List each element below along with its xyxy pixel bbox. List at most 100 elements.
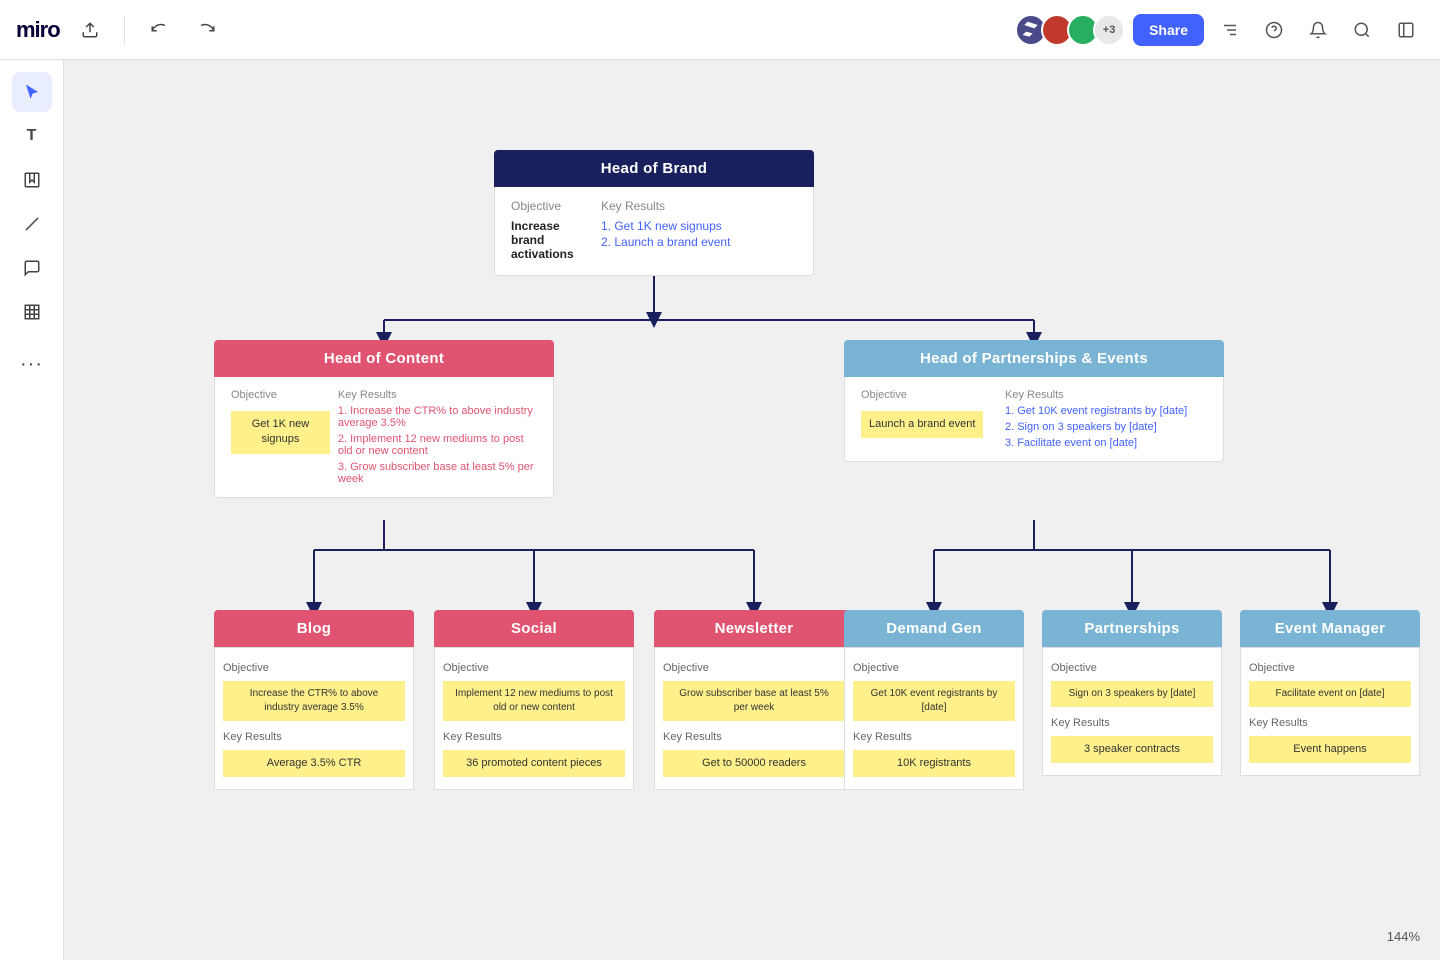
demandgen-objective: Get 10K event registrants by [date] [853, 681, 1015, 721]
eventmgr-body: Objective Facilitate event on [date] Key… [1240, 647, 1420, 776]
toolbar-separator [124, 16, 125, 44]
hoc-kr-cell: 1. Increase the CTR% to above industry a… [334, 403, 541, 487]
partnerships-key-result: 3 speaker contracts [1051, 736, 1213, 763]
hob-body: Objective Key Results Increase brand act… [494, 187, 814, 276]
notifications-icon[interactable] [1300, 12, 1336, 48]
hope-obj-cell: Launch a brand event [857, 403, 1001, 451]
demandgen-card: Demand Gen Objective Get 10K event regis… [844, 610, 1024, 790]
hob-key-results: 1. Get 1K new signups 2. Launch a brand … [597, 215, 801, 265]
blog-objective: Increase the CTR% to above industry aver… [223, 681, 405, 721]
hope-kr-cell: 1. Get 10K event registrants by [date] 2… [1001, 403, 1211, 451]
partnerships-obj-label: Objective [1051, 662, 1213, 674]
hoc-obj-cell: Get 1K new signups [227, 403, 334, 487]
hope-kr-list: 1. Get 10K event registrants by [date] 2… [1005, 405, 1207, 449]
newsletter-kr-label: Key Results [663, 731, 845, 743]
redo-button[interactable] [189, 12, 225, 48]
demandgen-key-result: 10K registrants [853, 750, 1015, 777]
eventmgr-kr-label: Key Results [1249, 717, 1411, 729]
hoc-kr-1: 1. Increase the CTR% to above industry a… [338, 405, 537, 429]
panel-icon[interactable] [1388, 12, 1424, 48]
blog-key-result: Average 3.5% CTR [223, 750, 405, 777]
partnerships-body: Objective Sign on 3 speakers by [date] K… [1042, 647, 1222, 776]
social-objective: Implement 12 new mediums to post old or … [443, 681, 625, 721]
hope-obj-header: Objective [857, 387, 1001, 403]
left-panel: T ··· [0, 60, 64, 960]
sticky-tool[interactable] [12, 160, 52, 200]
newsletter-obj-label: Objective [663, 662, 845, 674]
toolbar: miro +3 Share [0, 0, 1440, 60]
undo-button[interactable] [141, 12, 177, 48]
demandgen-title: Demand Gen [844, 610, 1024, 647]
hob-obj-header: Objective [507, 197, 597, 215]
hob-kr-1: 1. Get 1K new signups [601, 219, 797, 233]
blog-obj-label: Objective [223, 662, 405, 674]
eventmgr-obj-label: Objective [1249, 662, 1411, 674]
blog-body: Objective Increase the CTR% to above ind… [214, 647, 414, 790]
demandgen-obj-label: Objective [853, 662, 1015, 674]
text-tool[interactable]: T [12, 116, 52, 156]
canvas[interactable]: Head of Brand Objective Key Results Incr… [64, 60, 1440, 960]
avatar-count: +3 [1093, 14, 1125, 46]
help-icon[interactable] [1256, 12, 1292, 48]
hope-kr-3: 3. Facilitate event on [date] [1005, 437, 1207, 449]
partnerships-objective: Sign on 3 speakers by [date] [1051, 681, 1213, 707]
social-card: Social Objective Implement 12 new medium… [434, 610, 634, 790]
share-button[interactable]: Share [1133, 14, 1204, 46]
demandgen-body: Objective Get 10K event registrants by [… [844, 647, 1024, 790]
hope-kr-header: Key Results [1001, 387, 1211, 403]
partnerships-title: Partnerships [1042, 610, 1222, 647]
hob-objective: Increase brand activations [507, 215, 597, 265]
blog-card: Blog Objective Increase the CTR% to abov… [214, 610, 414, 790]
partnerships-sub-card: Partnerships Objective Sign on 3 speaker… [1042, 610, 1222, 776]
social-body: Objective Implement 12 new mediums to po… [434, 647, 634, 790]
settings-icon[interactable] [1212, 12, 1248, 48]
hob-title: Head of Brand [494, 150, 814, 187]
head-of-brand-card: Head of Brand Objective Key Results Incr… [494, 150, 814, 276]
hope-objective-sticky: Launch a brand event [861, 411, 983, 438]
hoc-body: Objective Key Results Get 1K new signups… [214, 377, 554, 498]
head-of-partnerships-card: Head of Partnerships & Events Objective … [844, 340, 1224, 462]
eventmgr-objective: Facilitate event on [date] [1249, 681, 1411, 707]
hob-kr-header: Key Results [597, 197, 801, 215]
newsletter-body: Objective Grow subscriber base at least … [654, 647, 854, 790]
hope-kr-2: 2. Sign on 3 speakers by [date] [1005, 421, 1207, 433]
hoc-title: Head of Content [214, 340, 554, 377]
hoc-kr-header: Key Results [334, 387, 541, 403]
social-key-result: 36 promoted content pieces [443, 750, 625, 777]
newsletter-key-result: Get to 50000 readers [663, 750, 845, 777]
upload-button[interactable] [72, 12, 108, 48]
social-title: Social [434, 610, 634, 647]
social-kr-label: Key Results [443, 731, 625, 743]
line-tool[interactable] [12, 204, 52, 244]
blog-title: Blog [214, 610, 414, 647]
avatar-group: +3 [1015, 14, 1125, 46]
blog-kr-label: Key Results [223, 731, 405, 743]
search-icon[interactable] [1344, 12, 1380, 48]
hoc-kr-2: 2. Implement 12 new mediums to post old … [338, 433, 537, 457]
partnerships-kr-label: Key Results [1051, 717, 1213, 729]
hob-kr-2: 2. Launch a brand event [601, 235, 797, 249]
toolbar-right: +3 Share [1015, 12, 1424, 48]
social-obj-label: Objective [443, 662, 625, 674]
hope-body: Objective Key Results Launch a brand eve… [844, 377, 1224, 462]
eventmgr-key-result: Event happens [1249, 736, 1411, 763]
hoc-kr-list: 1. Increase the CTR% to above industry a… [338, 405, 537, 485]
select-tool[interactable] [12, 72, 52, 112]
newsletter-card: Newsletter Objective Grow subscriber bas… [654, 610, 854, 790]
hope-title: Head of Partnerships & Events [844, 340, 1224, 377]
hoc-objective-sticky: Get 1K new signups [231, 411, 330, 454]
zoom-indicator: 144% [1387, 929, 1420, 944]
more-tools[interactable]: ··· [12, 344, 52, 384]
head-of-content-card: Head of Content Objective Key Results Ge… [214, 340, 554, 498]
miro-logo: miro [16, 17, 60, 43]
hoc-kr-3: 3. Grow subscriber base at least 5% per … [338, 461, 537, 485]
newsletter-objective: Grow subscriber base at least 5% per wee… [663, 681, 845, 721]
comment-tool[interactable] [12, 248, 52, 288]
hope-kr-1: 1. Get 10K event registrants by [date] [1005, 405, 1207, 417]
hoc-obj-header: Objective [227, 387, 334, 403]
eventmgr-card: Event Manager Objective Facilitate event… [1240, 610, 1420, 776]
toolbar-left: miro [16, 12, 225, 48]
demandgen-kr-label: Key Results [853, 731, 1015, 743]
eventmgr-title: Event Manager [1240, 610, 1420, 647]
frame-tool[interactable] [12, 292, 52, 332]
